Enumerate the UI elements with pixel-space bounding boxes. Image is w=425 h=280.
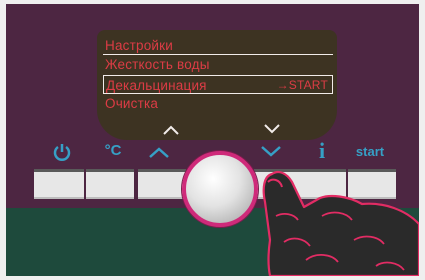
pointing-hand [262, 171, 419, 276]
appliance-control-panel: Настройки Жесткость воды Декальцинация →… [6, 4, 419, 276]
